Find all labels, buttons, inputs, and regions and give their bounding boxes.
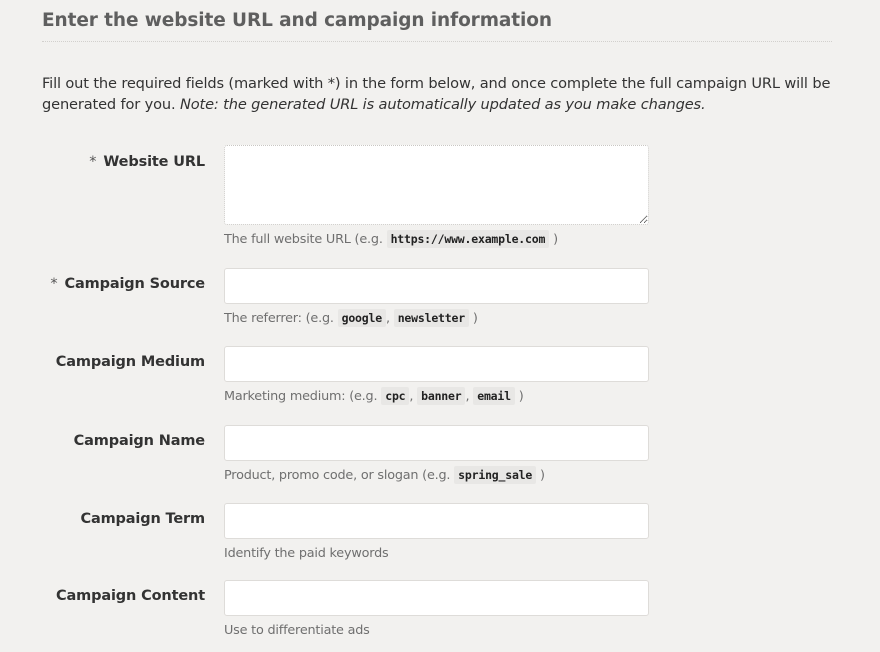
campaign-name-label: Campaign Name — [73, 433, 205, 449]
help-prefix: The full website URL (e.g. — [224, 232, 383, 247]
campaign-url-builder: Enter the website URL and campaign infor… — [42, 0, 832, 638]
website-url-label: * Website URL — [89, 154, 205, 170]
campaign-content-help: Use to differentiate ads — [224, 623, 370, 638]
campaign-content-input[interactable] — [224, 580, 649, 616]
campaign-source-label: * Campaign Source — [50, 276, 205, 292]
help-prefix: Product, promo code, or slogan (e.g. — [224, 468, 451, 483]
help-suffix: ) — [540, 468, 545, 483]
campaign-term-help: Identify the paid keywords — [224, 546, 389, 561]
example-code: email — [473, 387, 515, 405]
campaign-name-help: Product, promo code, or slogan (e.g. spr… — [224, 466, 545, 484]
required-asterisk: * — [89, 154, 97, 170]
example-code: cpc — [381, 387, 410, 405]
separator: , — [385, 311, 394, 326]
separator: , — [409, 389, 418, 404]
campaign-source-help: The referrer: (e.g. google, newsletter ) — [224, 309, 478, 327]
help-suffix: ) — [518, 389, 524, 404]
section-title: Enter the website URL and campaign infor… — [42, 0, 832, 42]
website-url-input[interactable] — [224, 145, 649, 225]
required-asterisk: * — [50, 276, 58, 292]
campaign-term-input[interactable] — [224, 503, 649, 539]
help-suffix: ) — [553, 232, 558, 247]
intro-note: Note: the generated URL is automatically… — [179, 96, 706, 113]
example-code: https://www.example.com — [386, 230, 550, 248]
campaign-term-label: Campaign Term — [80, 511, 205, 527]
intro-text: Fill out the required fields (marked wit… — [42, 73, 842, 115]
campaign-medium-label: Campaign Medium — [55, 354, 205, 370]
campaign-content-label: Campaign Content — [56, 588, 205, 604]
help-prefix: The referrer: (e.g. — [224, 311, 334, 326]
example-code: google — [337, 309, 386, 327]
example-code: newsletter — [393, 309, 469, 327]
campaign-source-label-text: Campaign Source — [64, 276, 206, 292]
campaign-medium-help: Marketing medium: (e.g. cpc, banner, ema… — [224, 387, 524, 405]
example-code: banner — [417, 387, 466, 405]
website-url-help: The full website URL (e.g. https://www.e… — [224, 230, 558, 248]
example-code: spring_sale — [454, 466, 537, 484]
campaign-name-input[interactable] — [224, 425, 649, 461]
website-url-label-text: Website URL — [103, 154, 205, 170]
help-suffix: ) — [472, 311, 478, 326]
help-prefix: Marketing medium: (e.g. — [224, 389, 378, 404]
campaign-source-input[interactable] — [224, 268, 649, 304]
campaign-medium-input[interactable] — [224, 346, 649, 382]
